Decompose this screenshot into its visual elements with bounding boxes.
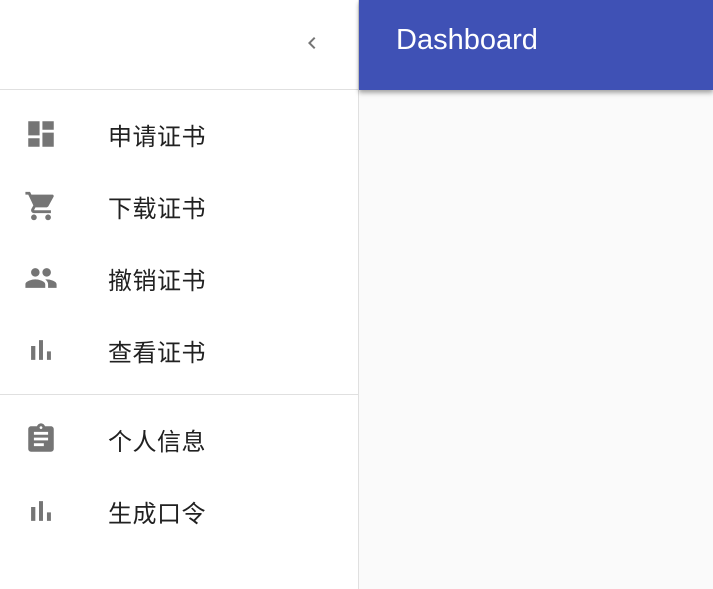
nav-item-label: 下载证书: [108, 194, 206, 223]
nav-item-personal-info[interactable]: 个人信息: [0, 403, 358, 475]
shopping-cart-icon: [24, 189, 58, 223]
bar-chart-icon: [24, 494, 58, 528]
nav-item-label: 查看证书: [108, 338, 206, 367]
nav-item-label: 申请证书: [108, 122, 206, 151]
chevron-left-icon: [308, 37, 316, 49]
app-bar: Dashboard: [359, 0, 713, 90]
nav-item-download-certificate[interactable]: 下载证书: [0, 170, 358, 242]
people-icon: [24, 261, 58, 295]
dashboard-icon: [24, 117, 58, 151]
collapse-drawer-button[interactable]: [290, 21, 334, 65]
secondary-nav-list: 个人信息 生成口令: [0, 395, 358, 555]
primary-nav-list: 申请证书 下载证书 撤销证书 查看证书: [0, 90, 358, 394]
nav-item-label: 生成口令: [108, 499, 206, 528]
nav-item-generate-password[interactable]: 生成口令: [0, 475, 358, 547]
nav-item-label: 个人信息: [108, 427, 206, 456]
drawer-header: [0, 0, 358, 90]
nav-item-revoke-certificate[interactable]: 撤销证书: [0, 242, 358, 314]
nav-item-apply-certificate[interactable]: 申请证书: [0, 98, 358, 170]
nav-item-label: 撤销证书: [108, 266, 206, 295]
bar-chart-icon: [24, 333, 58, 367]
nav-item-view-certificate[interactable]: 查看证书: [0, 314, 358, 386]
page-title: Dashboard: [396, 24, 538, 56]
navigation-drawer: 申请证书 下载证书 撤销证书 查看证书 个人信息 生成口令: [0, 0, 359, 589]
main-content: [359, 90, 713, 589]
assignment-icon: [24, 422, 58, 456]
app-root: 申请证书 下载证书 撤销证书 查看证书 个人信息 生成口令 Dashboard: [0, 0, 713, 589]
